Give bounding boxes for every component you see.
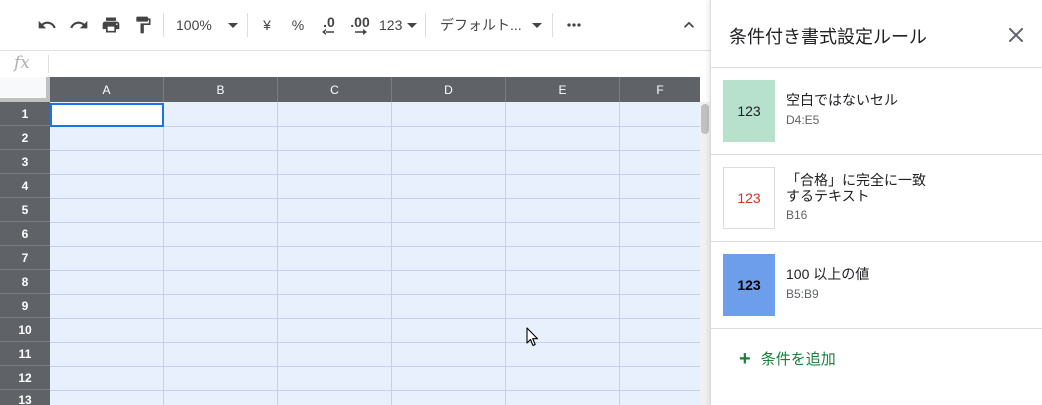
increase-decimal-label: .00: [350, 14, 370, 30]
rule-range: D4:E5: [786, 113, 820, 127]
formula-bar: fx: [0, 50, 710, 77]
grid-line: [391, 102, 392, 405]
column-header-b[interactable]: B: [164, 77, 278, 102]
grid-line: [50, 198, 700, 199]
chevron-down-icon: [532, 22, 542, 28]
redo-icon[interactable]: [66, 12, 92, 38]
column-header-f[interactable]: F: [620, 77, 700, 102]
row-header[interactable]: 5: [0, 198, 50, 222]
increase-decimal-button[interactable]: .00: [346, 12, 374, 38]
zoom-select[interactable]: 100%: [172, 12, 242, 38]
grid-line: [50, 318, 700, 319]
toolbar-divider: [163, 13, 164, 37]
grid-line: [505, 102, 506, 405]
formula-bar-divider: [48, 55, 49, 73]
arrow-left-icon: [322, 29, 334, 35]
grid-line: [50, 342, 700, 343]
rule-condition: 100 以上の値: [786, 266, 946, 282]
toolbar: 100% ¥ % .0 .00 123 デフォルト...: [0, 0, 710, 50]
toolbar-divider: [552, 13, 553, 37]
formula-input[interactable]: [52, 51, 702, 77]
grid-line: [163, 102, 164, 405]
row-header[interactable]: 13: [0, 390, 50, 405]
rule-condition-line: 空白ではないセル: [786, 92, 898, 108]
add-rule-label: 条件を追加: [760, 351, 836, 368]
row-header[interactable]: 12: [0, 366, 50, 390]
percent-format-button[interactable]: %: [286, 12, 310, 38]
row-header[interactable]: 4: [0, 174, 50, 198]
row-header[interactable]: 7: [0, 246, 50, 270]
print-icon[interactable]: [98, 12, 124, 38]
column-header-a[interactable]: A: [50, 77, 164, 102]
close-icon[interactable]: [1007, 26, 1025, 44]
grid-line: [50, 222, 700, 223]
row-header[interactable]: 6: [0, 222, 50, 246]
grid-line: [50, 294, 700, 295]
rule-condition-line: するテキスト: [786, 188, 870, 204]
row-header[interactable]: 11: [0, 342, 50, 366]
mouse-cursor-icon: [526, 327, 539, 347]
rule-item[interactable]: 123 空白ではないセル D4:E5: [711, 68, 1042, 155]
collapse-menus-icon[interactable]: [676, 12, 702, 38]
rule-item[interactable]: 123 100 以上の値 B5:B9: [711, 242, 1042, 329]
currency-format-button[interactable]: ¥: [255, 12, 279, 38]
toolbar-divider: [425, 13, 426, 37]
panel-title: 条件付き書式設定ルール: [729, 27, 927, 47]
row-header[interactable]: 3: [0, 150, 50, 174]
decrease-decimal-button[interactable]: .0: [316, 12, 342, 38]
undo-icon[interactable]: [34, 12, 60, 38]
grid-line: [50, 246, 700, 247]
font-value: デフォルト...: [440, 17, 522, 33]
arrow-right-icon: [355, 29, 367, 35]
grid-line: [277, 102, 278, 405]
font-select[interactable]: デフォルト...: [436, 12, 546, 38]
rule-condition-line: 100 以上の値: [786, 266, 870, 282]
add-rule-button[interactable]: + 条件を追加: [739, 348, 836, 369]
grid-line: [50, 270, 700, 271]
number-format-label: 123: [379, 17, 403, 33]
rule-preview-swatch: 123: [723, 167, 775, 229]
conditional-format-panel: 条件付き書式設定ルール 123 空白ではないセル D4:E5 123 「合格」に…: [710, 0, 1042, 405]
rule-preview-swatch: 123: [723, 80, 775, 142]
chevron-down-icon: [228, 22, 238, 28]
rule-item[interactable]: 123 「合格」に完全に一致 するテキスト B16: [711, 155, 1042, 242]
toolbar-divider: [247, 13, 248, 37]
number-format-select[interactable]: 123: [379, 12, 417, 38]
grid-line: [619, 102, 620, 405]
rule-preview-swatch: 123: [723, 254, 775, 316]
row-header[interactable]: 8: [0, 270, 50, 294]
decrease-decimal-label: .0: [323, 14, 335, 30]
rule-condition-line: 「合格」に完全に一致: [786, 172, 926, 188]
cell-grid[interactable]: [50, 102, 700, 405]
row-header[interactable]: 2: [0, 126, 50, 150]
fx-icon: fx: [14, 53, 30, 73]
column-header-e[interactable]: E: [506, 77, 620, 102]
rule-range: B5:B9: [786, 287, 819, 301]
grid-line: [50, 366, 700, 367]
active-cell-a1[interactable]: [50, 103, 164, 127]
column-header-c[interactable]: C: [278, 77, 392, 102]
chevron-down-icon: [407, 22, 417, 28]
scrollbar-thumb[interactable]: [701, 104, 709, 134]
grid-line: [50, 150, 700, 151]
row-header[interactable]: 10: [0, 318, 50, 342]
rule-condition: 「合格」に完全に一致 するテキスト: [786, 172, 946, 204]
rule-range: B16: [786, 208, 808, 222]
paint-format-icon[interactable]: [130, 12, 156, 38]
row-header[interactable]: 9: [0, 294, 50, 318]
more-options-icon[interactable]: [561, 12, 587, 38]
zoom-value: 100%: [176, 17, 212, 33]
column-header-d[interactable]: D: [392, 77, 506, 102]
plus-icon: +: [739, 347, 751, 370]
select-all-corner[interactable]: [0, 77, 50, 102]
grid-line: [50, 390, 700, 391]
vertical-scrollbar[interactable]: [700, 102, 710, 405]
rule-condition: 空白ではないセル: [786, 92, 946, 108]
grid-line: [50, 174, 700, 175]
row-header[interactable]: 1: [0, 102, 50, 126]
